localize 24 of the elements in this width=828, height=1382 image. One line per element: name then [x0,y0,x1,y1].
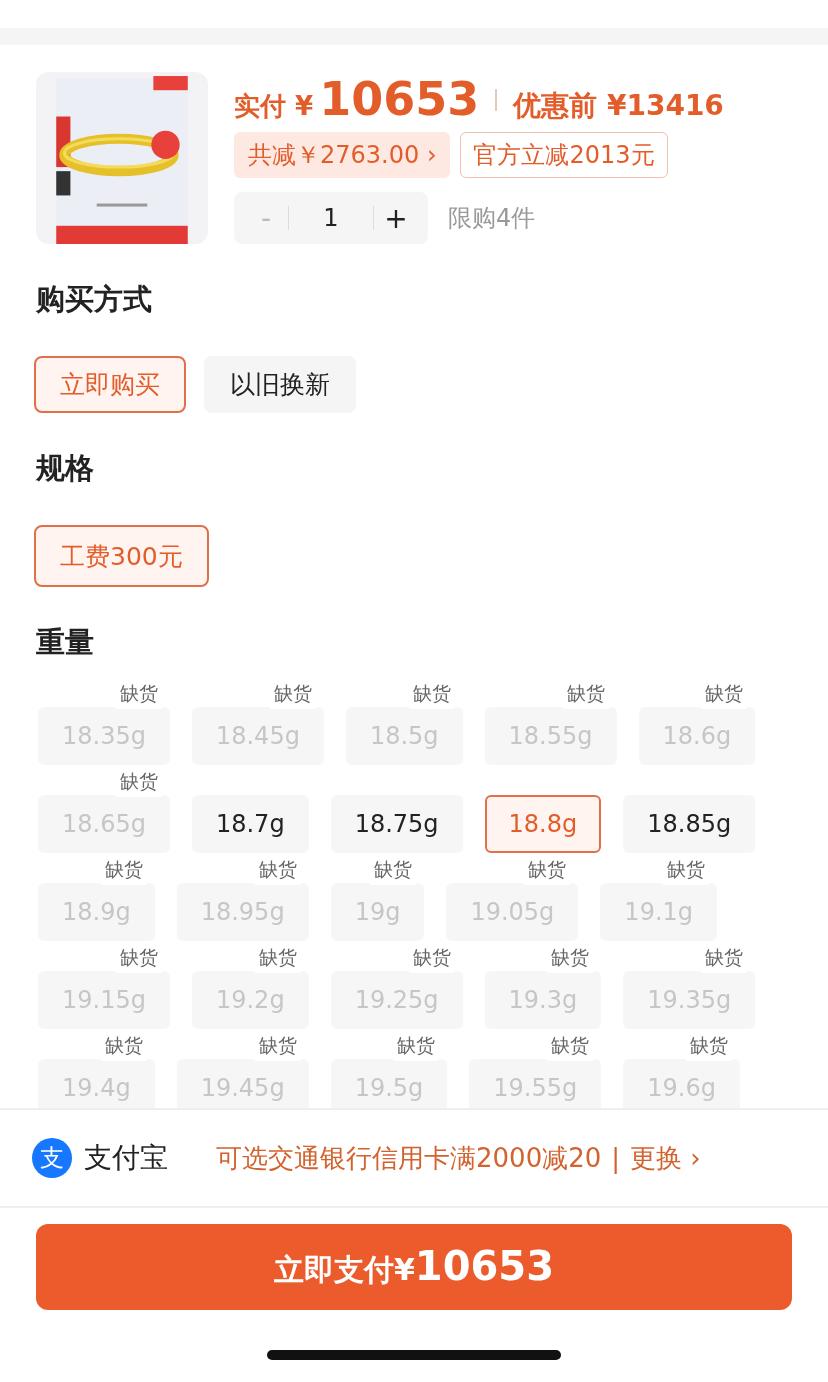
purchase-option[interactable]: 立即购买 [34,356,186,413]
weight-option[interactable]: 18.8g [484,795,602,853]
official-discount-tag: 官方立减2013元 [460,132,668,178]
original-price: 优惠前 ¥13416 [513,88,724,124]
section-title: 购买方式 [35,281,153,318]
weight-option[interactable]: 18.85g [623,795,756,853]
paid-label: 实付 ¥ [234,90,314,123]
payment-method: 支付宝 [84,1140,169,1176]
pay-button[interactable]: 立即支付¥10653 [36,1224,792,1310]
section-title: 规格 [35,450,95,487]
discount-total-button[interactable]: 共减￥2763.00 › [234,132,451,178]
quantity-value[interactable]: 1 [289,204,373,232]
purchase-limit: 限购4件 [448,203,536,234]
divider-mark: | [611,1143,621,1173]
change-link[interactable]: 更换 › [630,1140,701,1176]
weight-option[interactable]: 18.75g [330,795,463,853]
payment-offer: 可选交通银行信用卡满2000减20 [216,1141,602,1175]
plus-button[interactable]: + [374,200,418,236]
section-title: 重量 [35,624,95,661]
weight-option[interactable]: 18.7g [191,795,309,853]
purchase-option[interactable]: 以旧换新 [204,356,356,413]
spec-option[interactable]: 工费300元 [34,525,209,587]
alipay-icon: 支 [32,1138,72,1178]
paid-amount: 10653 [319,72,480,126]
